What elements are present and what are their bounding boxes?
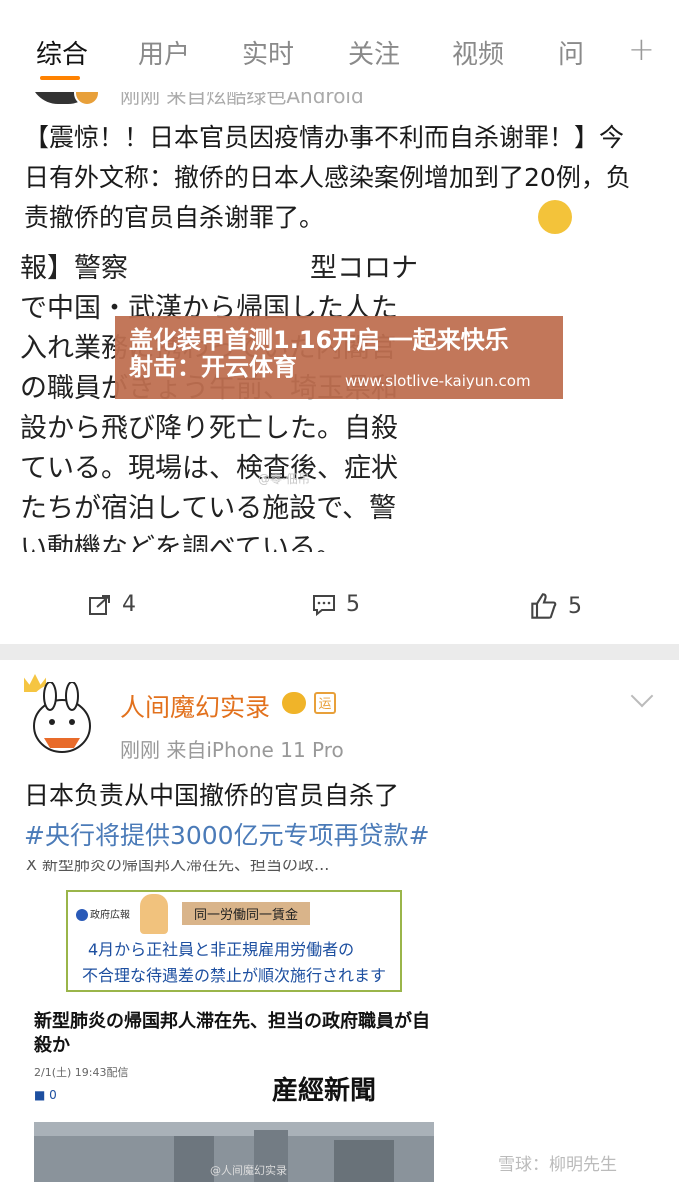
post-meta: 刚刚 来自炫酷绿色Android bbox=[120, 92, 364, 108]
gov-logo-icon bbox=[76, 909, 88, 921]
comment-count: 5 bbox=[346, 592, 360, 617]
image-text-line: ている。現場は、検査後、症状 bbox=[20, 453, 398, 484]
repost-icon bbox=[88, 593, 112, 617]
newspaper-logo: 産經新聞 bbox=[272, 1076, 377, 1106]
chevron-down-icon[interactable] bbox=[630, 684, 654, 708]
like-button[interactable]: 5 bbox=[530, 592, 582, 620]
add-tab-button[interactable]: + bbox=[628, 30, 655, 68]
like-count: 5 bbox=[568, 593, 582, 619]
image-watermark: @人间魔幻实录 bbox=[210, 1164, 287, 1177]
avatar[interactable] bbox=[24, 681, 100, 758]
active-tab-indicator bbox=[40, 76, 80, 80]
tab-video[interactable]: 视频 bbox=[452, 34, 504, 71]
news-top-bar: X 新型肺炎の帰国邦人滞在先、担当の政... bbox=[26, 860, 330, 874]
gov-ad-banner: 政府広報 同一労働同一賃金 4月から正社員と非正規雇用労働者の 不合理な待遇差の… bbox=[66, 890, 402, 992]
avatar[interactable] bbox=[30, 92, 100, 106]
post-time-source: 刚刚 来自iPhone 11 Pro bbox=[120, 738, 344, 762]
image-text-line: たちが宿泊している施設で、警 bbox=[20, 493, 397, 524]
post-card-2: 人间魔幻实录 运 刚刚 来自iPhone 11 Pro 日本负责从中国撤侨的官员… bbox=[0, 660, 679, 1182]
mascot-icon bbox=[140, 894, 168, 934]
image-text-line: 設から飛び降り死亡した。自殺 bbox=[20, 413, 398, 444]
post-card-1: 刚刚 来自炫酷绿色Android 【震惊！！日本官员因疫情办事不利而自杀谢罪！】… bbox=[0, 92, 679, 644]
photo-building bbox=[334, 1140, 394, 1182]
ad-url: www.slotlive-kaiyun.com bbox=[345, 372, 531, 390]
tab-all[interactable]: 综合 bbox=[36, 34, 88, 71]
luck-badge: 运 bbox=[314, 692, 336, 714]
repost-button[interactable]: 4 bbox=[88, 592, 136, 617]
image-watermark: @零·佃吊 bbox=[258, 472, 310, 486]
thumbs-up-icon bbox=[530, 592, 558, 620]
comment-icon bbox=[312, 593, 336, 617]
banner-tag: 同一労働同一賃金 bbox=[182, 902, 311, 925]
repost-count: 4 bbox=[122, 592, 136, 617]
news-date: 2/1(土) 19:43配信 bbox=[34, 1066, 129, 1079]
post-text: 日本负责从中国撤侨的官员自杀了 bbox=[24, 781, 400, 810]
rabbit-avatar-icon bbox=[33, 681, 91, 753]
post-actions: 4 5 5 bbox=[0, 592, 679, 632]
tab-users[interactable]: 用户 bbox=[138, 34, 190, 71]
comment-icon: ■ bbox=[34, 1088, 46, 1102]
ad-line-2: 射击：开云体育 bbox=[129, 353, 297, 381]
photo-sky bbox=[34, 1122, 434, 1136]
hashtag-link[interactable]: #央行将提供3000亿元专项再贷款# bbox=[24, 816, 430, 852]
gov-label: 政府広報 bbox=[76, 906, 130, 921]
tab-following[interactable]: 关注 bbox=[348, 34, 400, 71]
member-badge-icon bbox=[282, 692, 306, 714]
post-image[interactable]: X 新型肺炎の帰国邦人滞在先、担当の政... 政府広報 同一労働同一賃金 4月か… bbox=[26, 860, 442, 1182]
news-comment-count: ■ 0 bbox=[34, 1088, 57, 1102]
image-text-line: 報】警察 bbox=[20, 253, 128, 284]
comment-button[interactable]: 5 bbox=[312, 592, 360, 617]
emoji-icon bbox=[538, 200, 572, 234]
username[interactable]: 人间魔幻实录 bbox=[120, 688, 270, 724]
search-tab-bar: 综合 用户 实时 关注 视频 问 + bbox=[0, 0, 679, 92]
banner-line-1: 4月から正社員と非正規雇用労働者の bbox=[88, 940, 355, 959]
news-photo: @人间魔幻实录 bbox=[34, 1122, 434, 1182]
xueqiu-watermark: 雪球：柳明先生 bbox=[498, 1155, 617, 1175]
image-text-line: い動機などを調べている。 bbox=[20, 533, 343, 552]
tab-realtime[interactable]: 实时 bbox=[242, 34, 294, 71]
tab-qa[interactable]: 问 bbox=[558, 34, 584, 71]
photo-building bbox=[174, 1136, 214, 1182]
verified-badge-icon bbox=[74, 92, 100, 106]
news-headline: 新型肺炎の帰国邦人滞在先、担当の政府職員が自殺か bbox=[34, 1011, 430, 1056]
ad-overlay-banner[interactable]: 盖化装甲首测1.16开启 一起来快乐 射击：开云体育 www.slotlive-… bbox=[115, 316, 563, 399]
banner-line-2: 不合理な待遇差の禁止が順次施行されます bbox=[82, 966, 387, 985]
image-text-line: 型コロナ bbox=[310, 253, 418, 284]
